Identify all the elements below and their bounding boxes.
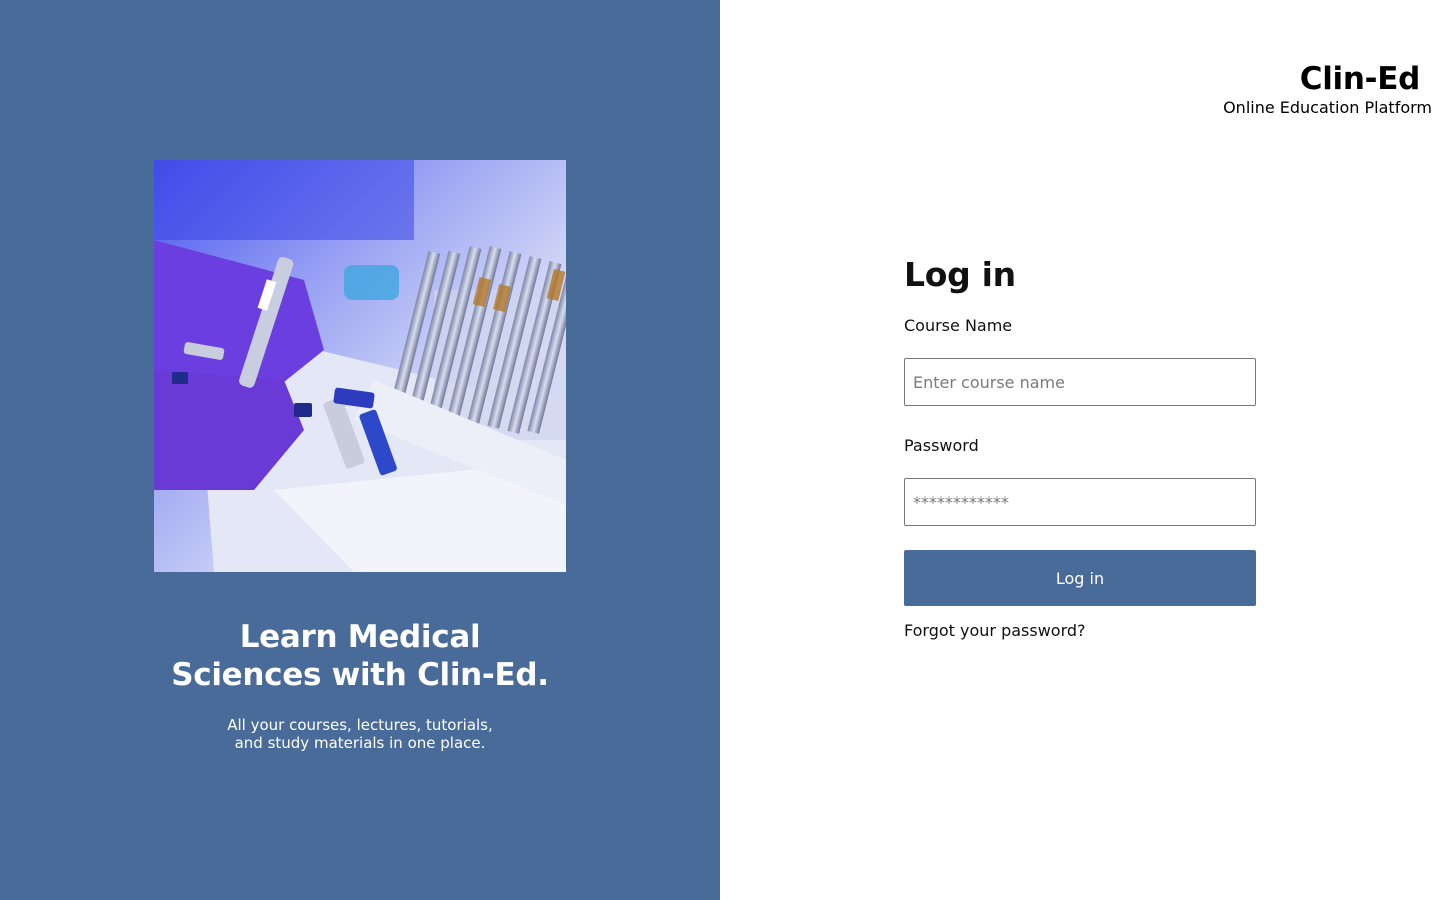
login-heading: Log in [904,255,1016,294]
login-form: Log in Course Name Password Log in Forgo… [904,254,1256,641]
hero-title-line2: Sciences with Clin-Ed. [171,657,549,693]
hero-subtitle-line1: All your courses, lectures, tutorials, [227,716,493,734]
course-name-label: Course Name [904,316,1013,335]
hero-panel: Learn Medical Sciences with Clin-Ed. All… [0,0,720,900]
hero-subtitle: All your courses, lectures, tutorials, a… [160,716,560,752]
forgot-password-link[interactable]: Forgot your password? [904,621,1086,641]
hero-image [154,160,566,572]
brand-name: Clin-Ed [1299,61,1421,97]
brand-logo: Clin-Ed Online Education Platform [1223,60,1432,118]
login-button[interactable]: Log in [904,550,1256,606]
hero-title: Learn Medical Sciences with Clin-Ed. [100,618,620,694]
brand-tagline: Online Education Platform [1223,98,1432,117]
password-label: Password [904,436,979,455]
password-input[interactable] [904,478,1256,526]
login-panel: Clin-Ed Online Education Platform Log in… [720,0,1440,900]
hero-title-line1: Learn Medical [239,619,481,655]
hero-subtitle-line2: and study materials in one place. [234,734,486,752]
course-name-input[interactable] [904,358,1256,406]
